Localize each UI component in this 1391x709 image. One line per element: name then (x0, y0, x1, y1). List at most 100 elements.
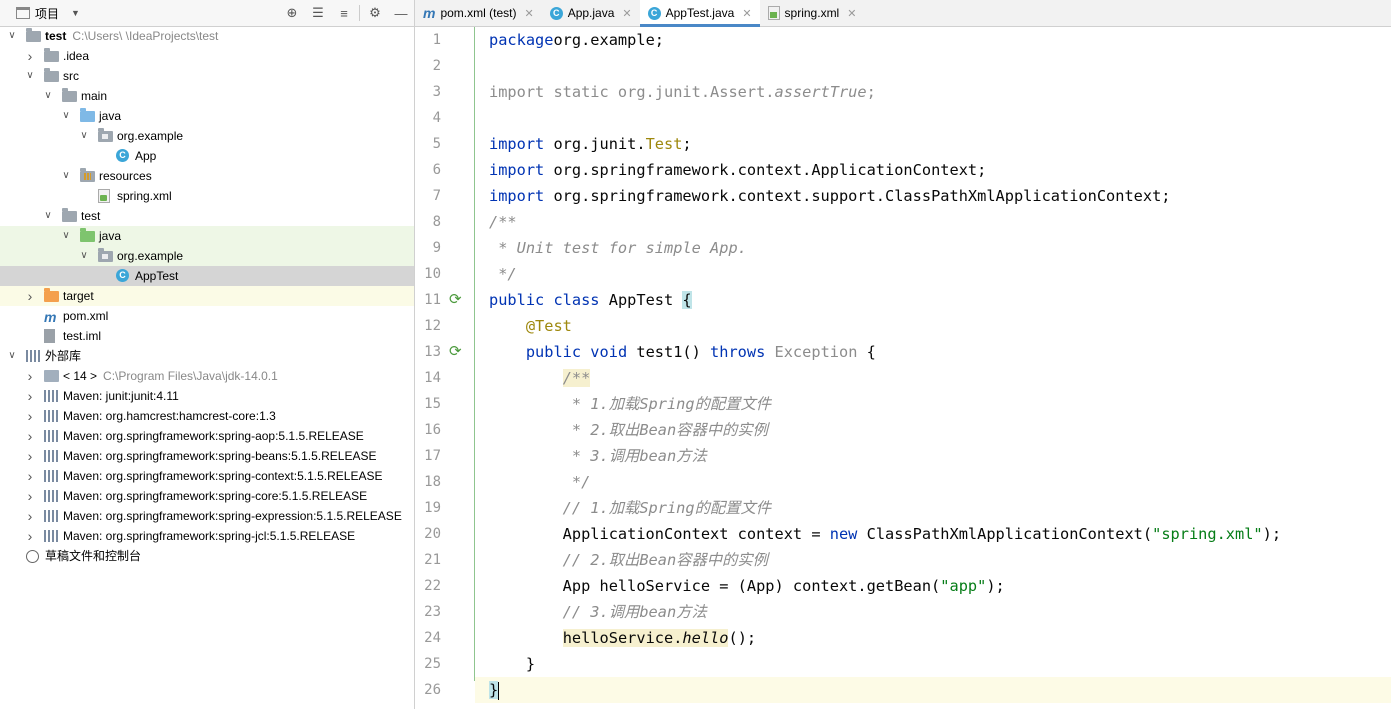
tree-item[interactable]: › Maven: org.springframework:spring-beans… (0, 446, 414, 466)
chevron-right-icon[interactable]: › (24, 46, 36, 66)
tree-item-label: java (99, 226, 121, 246)
chevron-right-icon[interactable]: › (24, 426, 36, 446)
tree-item[interactable]: C App (0, 146, 414, 166)
close-icon[interactable]: ✕ (742, 7, 751, 20)
chevron-down-icon[interactable]: ∨ (78, 126, 90, 146)
expand-all-icon[interactable]: ☰ (305, 0, 331, 26)
code-token: App helloService = (App) context.getBean… (489, 577, 941, 595)
chevron-right-icon[interactable]: › (24, 506, 36, 526)
code-token: } (489, 655, 536, 673)
tree-item[interactable]: › Maven: org.springframework:spring-aop:5… (0, 426, 414, 446)
chevron-right-icon[interactable]: › (24, 286, 36, 306)
code-area[interactable]: packageorg.example; import static org.jun… (489, 27, 1391, 703)
chevron-right-icon[interactable]: › (24, 466, 36, 486)
close-icon[interactable]: ✕ (847, 7, 856, 20)
tree-item-name: 草稿文件和控制台 (45, 549, 142, 563)
code-token: helloService. (562, 629, 683, 647)
chevron-right-icon[interactable]: › (24, 366, 36, 386)
chevron-down-icon[interactable]: ∨ (24, 66, 36, 86)
chevron-down-icon[interactable]: ∨ (6, 346, 18, 366)
tree-item[interactable]: › target (0, 286, 414, 306)
code-line: import static org.junit.Assert.assertTru… (489, 79, 1391, 105)
code-token: /** (489, 213, 517, 231)
line-number: 7 (432, 188, 441, 204)
close-icon[interactable]: ✕ (524, 7, 533, 20)
chevron-right-icon[interactable]: › (24, 386, 36, 406)
tree-item-name: main (81, 89, 108, 103)
chevron-down-icon[interactable]: ∨ (60, 166, 72, 186)
gear-icon[interactable]: ⚙ (362, 0, 388, 26)
tree-item[interactable]: › Maven: org.springframework:spring-jcl:5… (0, 526, 414, 546)
tree-item[interactable]: m pom.xml (0, 306, 414, 326)
tree-item-label: src (63, 66, 79, 86)
tree-item-name: .idea (63, 49, 90, 63)
tree-item[interactable]: ∨ 外部库 (0, 346, 414, 366)
tree-item[interactable]: ∨ src (0, 66, 414, 86)
chevron-down-icon[interactable]: ∨ (78, 246, 90, 266)
tree-item[interactable]: ∨ test C:\Users\ \IdeaProjects\test (0, 26, 414, 46)
tree-item[interactable]: ∨ java (0, 106, 414, 126)
line-number: 14 (424, 370, 441, 386)
tree-item[interactable]: › Maven: org.springframework:spring-expre… (0, 506, 414, 526)
editor-tab-label: pom.xml (test) (440, 6, 517, 20)
tree-item-label: AppTest (135, 266, 178, 286)
project-panel-title[interactable]: 项目 (35, 5, 59, 22)
tree-item-name: 外部库 (45, 349, 82, 363)
code-line: * Unit test for simple App. (489, 235, 1391, 261)
chevron-right-icon[interactable]: › (24, 486, 36, 506)
tree-item-name: AppTest (135, 269, 179, 283)
tree-item-label: Maven: org.springframework:spring-core:5… (63, 486, 367, 506)
tree-item[interactable]: › Maven: org.hamcrest:hamcrest-core:1.3 (0, 406, 414, 426)
line-number: 1 (432, 32, 441, 48)
code-token: package (489, 31, 554, 49)
chevron-down-icon[interactable]: ∨ (6, 26, 18, 46)
editor-tab[interactable]: spring.xml ✕ (760, 0, 865, 26)
tree-item-name: App (135, 149, 157, 163)
hide-panel-icon[interactable]: — (388, 0, 414, 26)
tree-item[interactable]: C AppTest (0, 266, 414, 286)
tree-item[interactable]: › Maven: junit:junit:4.11 (0, 386, 414, 406)
chevron-right-icon[interactable]: › (24, 406, 36, 426)
tree-item[interactable]: › Maven: org.springframework:spring-conte… (0, 466, 414, 486)
tree-item[interactable]: › < 14 > C:\Program Files\Java\jdk-14.0.1 (0, 366, 414, 386)
tree-item-label: Maven: org.springframework:spring-beans:… (63, 446, 376, 466)
editor-pane: m pom.xml (test) ✕ C App.java ✕ C AppTest.java ✕… (415, 0, 1391, 709)
chevron-down-icon[interactable]: ∨ (42, 86, 54, 106)
toolbar-divider (359, 5, 360, 21)
tree-item-name: < 14 > (63, 369, 98, 383)
chevron-right-icon[interactable]: › (24, 526, 36, 546)
close-icon[interactable]: ✕ (622, 7, 631, 20)
tree-item[interactable]: ∨ resources (0, 166, 414, 186)
chevron-down-icon[interactable]: ∨ (42, 206, 54, 226)
tree-item-label: spring.xml (117, 186, 172, 206)
editor-tab[interactable]: m pom.xml (test) ✕ (415, 0, 542, 26)
code-token: ApplicationContext context = (489, 525, 830, 543)
run-test-icon[interactable]: ⟳ (449, 292, 465, 308)
code-line: // 1.加载Spring的配置文件 (489, 495, 1391, 521)
tree-item[interactable]: › Maven: org.springframework:spring-core:… (0, 486, 414, 506)
tree-item[interactable]: › .idea (0, 46, 414, 66)
chevron-down-icon[interactable]: ∨ (60, 226, 72, 246)
editor-tab[interactable]: C AppTest.java ✕ (639, 0, 760, 27)
maven-icon: m (423, 5, 436, 21)
editor-tab-label: App.java (567, 6, 615, 20)
iml-file-icon (44, 329, 55, 343)
tree-item[interactable]: spring.xml (0, 186, 414, 206)
editor-gutter: 1 2 3 4 5 6 7 8 9 10 11 12 13 14 15 16 17 18 19 20 21 22 23 24 2… (415, 27, 475, 709)
tree-item[interactable]: ∨ org.example (0, 246, 414, 266)
editor-tab[interactable]: C App.java ✕ (542, 0, 640, 26)
chevron-right-icon[interactable]: › (24, 446, 36, 466)
tree-item[interactable]: ∨ java (0, 226, 414, 246)
tree-item[interactable]: ∨ org.example (0, 126, 414, 146)
run-test-icon[interactable]: ⟳ (449, 344, 465, 360)
chevron-down-icon[interactable]: ▼ (71, 8, 80, 18)
chevron-down-icon[interactable]: ∨ (60, 106, 72, 126)
tree-item[interactable]: test.iml (0, 326, 414, 346)
tree-item[interactable]: ∨ main (0, 86, 414, 106)
collapse-all-icon[interactable]: ≡ (331, 0, 357, 26)
locate-file-icon[interactable]: ⊕ (279, 0, 305, 26)
tree-item[interactable]: ∨ test (0, 206, 414, 226)
library-icon (44, 490, 59, 502)
tree-item[interactable]: 草稿文件和控制台 (0, 546, 414, 566)
